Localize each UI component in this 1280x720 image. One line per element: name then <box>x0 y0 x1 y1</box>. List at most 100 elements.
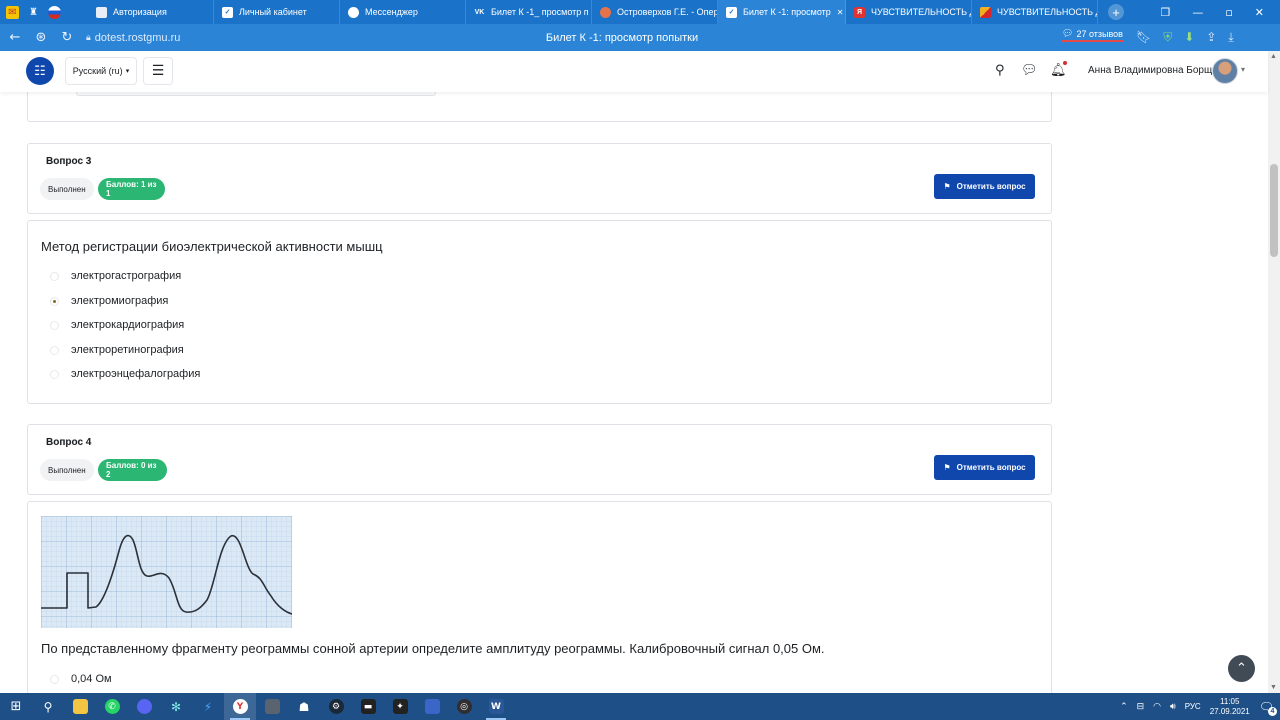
question-title: Вопрос 3 <box>46 156 92 167</box>
close-window-icon[interactable]: ✕ <box>1255 6 1264 19</box>
yandex-browser-icon[interactable]: Y <box>224 693 256 720</box>
drawer-toggle-button[interactable]: ☷ <box>26 57 54 85</box>
flag-icon[interactable] <box>48 5 61 19</box>
tab-ostroverkhov[interactable]: Островерхов Г.Е. - Опер <box>592 0 718 24</box>
tab-sensitivity-book[interactable]: ЧУВСТВИТЕЛЬНОСТЬ Д <box>972 0 1098 24</box>
adblock-shield-icon[interactable]: ⛨ <box>1163 30 1172 45</box>
file-explorer-icon[interactable] <box>64 693 96 720</box>
action-center-icon[interactable]: 🗨︎ 4 <box>1259 700 1277 716</box>
url-field[interactable]: 🔒︎ dotest.rostgmu.ru <box>86 32 180 44</box>
colorful-book-icon <box>980 6 991 18</box>
desktop-app-icon[interactable] <box>416 693 448 720</box>
obs-icon[interactable]: ◎ <box>448 693 480 720</box>
radio-button[interactable] <box>50 674 59 684</box>
volume-icon[interactable]: 🔊︎ <box>1170 702 1176 712</box>
gosuslugi-icon <box>96 6 107 18</box>
notification-dot <box>1063 61 1067 65</box>
back-arrow-icon[interactable]: ← <box>2 30 28 45</box>
bluetooth-app-icon[interactable]: ⚡︎ <box>192 693 224 720</box>
answer-option[interactable]: электрогастрография <box>50 270 181 282</box>
question-text: Метод регистрации биоэлектрической актив… <box>41 239 383 254</box>
tab-ticket-view-vk[interactable]: VK Билет К -1_ просмотр п <box>466 0 592 24</box>
discord-icon[interactable] <box>128 693 160 720</box>
download-icon[interactable]: ⤓ <box>1228 30 1233 45</box>
question-content-card: Метод регистрации биоэлектрической актив… <box>27 220 1052 404</box>
epic-games-icon[interactable]: ▬ <box>352 693 384 720</box>
language-selector[interactable]: Русский (ru) ▾ <box>65 57 137 85</box>
tab-sensitivity-yandex[interactable]: Я ЧУВСТВИТЕЛЬНОСТЬ Д <box>846 0 972 24</box>
scroll-up-arrow-icon[interactable]: ▲ <box>1270 53 1277 60</box>
user-name[interactable]: Анна Владимировна Борщ <box>1088 65 1212 76</box>
radio-button[interactable] <box>50 320 59 330</box>
main-content: Вопрос 3 Выполнен Баллов: 1 из 1 ⚑ Отмет… <box>0 92 1268 693</box>
search-icon[interactable]: ⚲ <box>995 63 1005 78</box>
flag-question-button[interactable]: ⚑ Отметить вопрос <box>934 455 1035 480</box>
question-content-card: По представленному фрагменту реограммы с… <box>27 501 1052 693</box>
calculator-icon[interactable] <box>256 693 288 720</box>
steam-icon[interactable]: ⚙ <box>320 693 352 720</box>
scroll-down-arrow-icon[interactable]: ▼ <box>1270 684 1277 691</box>
network-icon[interactable]: ⊟ <box>1137 702 1145 712</box>
scrollbar-thumb[interactable] <box>1270 164 1278 257</box>
answer-option[interactable]: 0,04 Ом <box>50 673 112 685</box>
clock-time: 11:05 <box>1220 696 1240 706</box>
minimize-icon[interactable]: — <box>1192 6 1203 19</box>
answer-label: 0,04 Ом <box>71 673 112 685</box>
bookmarks-panel-icon[interactable]: ❐ <box>1160 6 1170 19</box>
word-icon[interactable]: W <box>480 693 512 720</box>
previous-answer-box <box>76 92 436 96</box>
new-tab-icon[interactable]: + <box>1108 4 1124 20</box>
tab-messenger[interactable]: Мессенджер <box>340 0 466 24</box>
back-to-top-button[interactable]: ⌃ <box>1228 655 1255 682</box>
site-header: ☷ Русский (ru) ▾ ☰ ⚲ 💬︎ 🔔︎ Анна Владимир… <box>0 51 1268 92</box>
notifications-bell-icon[interactable]: 🔔︎ <box>1050 63 1067 78</box>
share-icon[interactable]: ⇪ <box>1206 30 1216 45</box>
wifi-icon[interactable]: ◠ <box>1153 702 1161 712</box>
restore-icon[interactable]: ▫ <box>1225 6 1232 19</box>
show-hidden-icons-chevron-icon[interactable]: ⌃ <box>1120 702 1128 712</box>
radio-button[interactable] <box>50 345 59 355</box>
game-launcher-icon[interactable]: ✦ <box>384 693 416 720</box>
page-scrollbar[interactable]: ▲ ▼ <box>1268 51 1280 693</box>
question-title: Вопрос 4 <box>46 437 92 448</box>
question-state-badge: Выполнен <box>40 178 94 200</box>
rheogram-image <box>41 516 292 628</box>
game-app-icon[interactable]: ☗ <box>288 693 320 720</box>
tab-label: Личный кабинет <box>239 7 307 17</box>
radio-button[interactable] <box>50 271 59 281</box>
flag-question-button[interactable]: ⚑ Отметить вопрос <box>934 174 1035 199</box>
radio-button-selected[interactable] <box>50 296 59 306</box>
chevron-down-icon[interactable]: ▾ <box>1241 65 1245 74</box>
vk-icon: VK <box>474 8 485 16</box>
start-windows-icon[interactable]: ⊞ <box>0 693 32 720</box>
lock-icon: 🔒︎ <box>86 32 91 42</box>
avatar[interactable] <box>1212 58 1238 84</box>
mail-icon[interactable]: ✉ <box>6 5 19 19</box>
tab-personal-cabinet[interactable]: ✓ Личный кабинет <box>214 0 340 24</box>
radio-button[interactable] <box>50 369 59 379</box>
clock[interactable]: 11:05 27.09.2021 <box>1210 697 1250 717</box>
answer-option[interactable]: электромиография <box>50 295 168 307</box>
settings-gear-icon[interactable]: ✻ <box>160 693 192 720</box>
input-language-indicator[interactable]: РУС <box>1185 702 1201 711</box>
tab-authorization[interactable]: Авторизация <box>88 0 214 24</box>
coat-of-arms-icon[interactable]: ♜ <box>27 6 40 19</box>
search-icon[interactable]: ⚲ <box>32 693 64 720</box>
bookmark-icon[interactable]: 🔖︎ <box>1136 30 1151 45</box>
answer-option[interactable]: электрокардиография <box>50 319 184 331</box>
tab-label: ЧУВСТВИТЕЛЬНОСТЬ Д <box>997 7 1098 17</box>
answer-option[interactable]: электроэнцефалография <box>50 368 200 380</box>
reviews-badge[interactable]: 💬︎ 27 отзывов <box>1062 29 1123 42</box>
protect-icon[interactable]: ⊛ <box>28 30 54 45</box>
close-tab-icon[interactable]: ✕ <box>837 8 844 17</box>
tab-ticket-view-active[interactable]: ✓ Билет К -1: просмотр ✕ <box>718 0 846 24</box>
hamburger-menu-button[interactable]: ☰ <box>143 57 173 85</box>
browser-tab-strip: ✉ ♜ Авторизация ✓ Личный кабинет Мессенд… <box>0 0 1280 24</box>
extension-icon[interactable]: ⬇ <box>1184 30 1194 45</box>
answer-option[interactable]: электроретинография <box>50 344 184 356</box>
messages-icon[interactable]: 💬︎ <box>1021 63 1038 78</box>
reload-icon[interactable]: ↻ <box>54 30 80 45</box>
flag-button-label: Отметить вопрос <box>956 182 1026 191</box>
whatsapp-icon[interactable]: ✆ <box>96 693 128 720</box>
answer-label: электроретинография <box>71 344 184 356</box>
